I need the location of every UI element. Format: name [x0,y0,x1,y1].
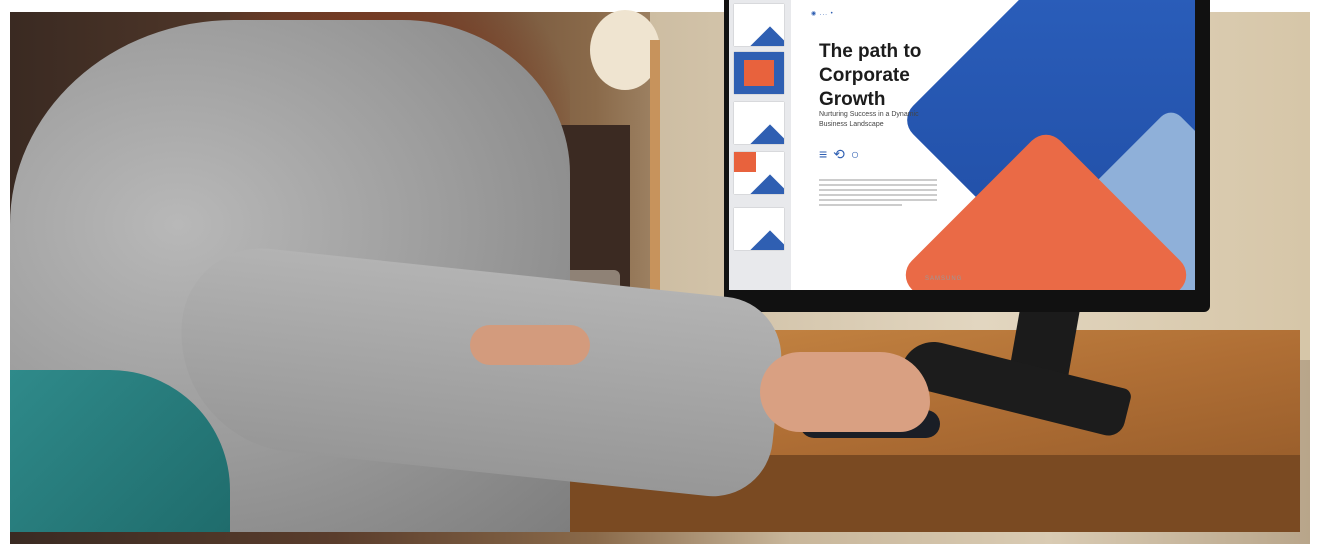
slide-title: The path to Corporate Growth [819,41,922,110]
slide-thumbnail [734,152,784,194]
growth-icon: ⟲ [833,146,851,162]
slide-logo: ◉ ... • [811,11,834,17]
lamp-pole [650,40,660,330]
slide-body-text [819,176,937,209]
chart-icon: ≡ [819,146,834,162]
slide-thumbnail [734,208,784,250]
monitor-brand: SAMSUNG [925,276,963,282]
slide-thumbnails [729,0,791,290]
slide-thumbnail [734,4,784,46]
photo-frame: ◉ ... • The path to Corporate Growth Nur… [0,0,1320,547]
presentation-slide: ◉ ... • The path to Corporate Growth Nur… [791,0,1195,290]
person-right-hand [760,352,930,432]
slide-icons: ≡⟲○ [819,146,865,163]
idea-icon: ○ [850,146,866,162]
monitor-screen: ◉ ... • The path to Corporate Growth Nur… [729,0,1195,290]
slide-thumbnail [734,52,784,94]
person-left-hand [470,325,590,365]
slide-subtitle: Nurturing Success in a Dynamic Business … [819,111,919,128]
slide-thumbnail [734,102,784,144]
